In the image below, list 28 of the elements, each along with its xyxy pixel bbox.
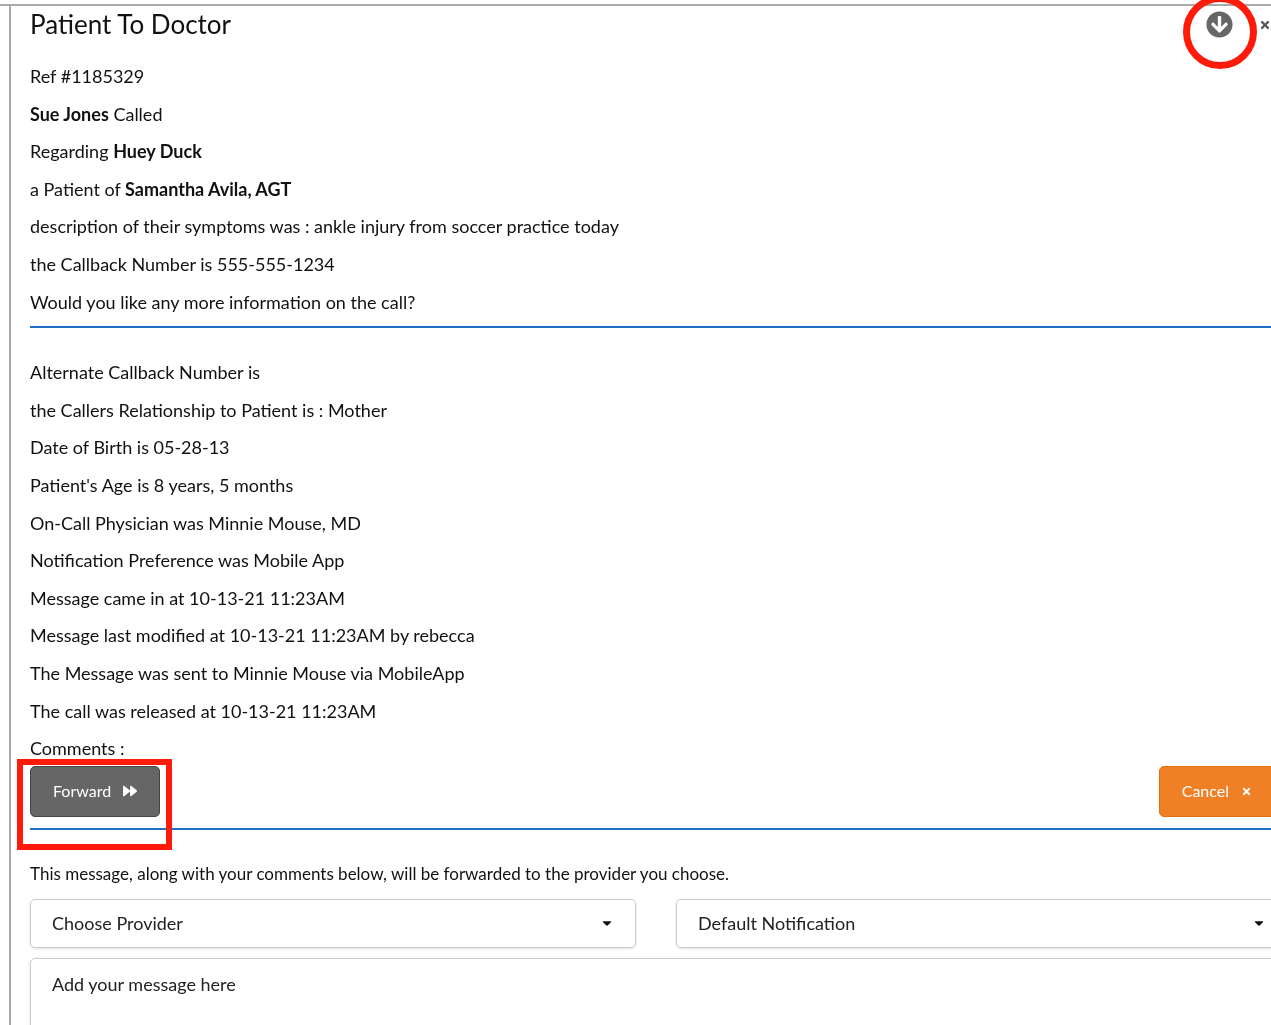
notification-dropdown[interactable]: Default Notification	[676, 898, 1271, 948]
detail-text: Alternate Callback Number is	[30, 360, 260, 386]
detail-text: Comments :	[30, 736, 125, 762]
detail-text: The Message was sent to Minnie Mouse via MobileApp	[30, 660, 465, 686]
detail-text: Date of Birth is 05-28-13	[30, 435, 230, 461]
dialog-title: Patient To Doctor	[30, 7, 231, 42]
detail-text: the Callers Relationship to Patient is : Mother	[30, 397, 387, 423]
fast-forward-icon	[123, 784, 138, 799]
forward-note: This message, along with your comments below, will be forwarded to the provider you choose.	[30, 861, 731, 886]
detail-text: Message came in at 10-13-21 11:23AM	[30, 585, 345, 611]
provider-dropdown[interactable]: Choose Provider	[30, 898, 636, 948]
detail-text: Patient's Age is 8 years, 5 months	[30, 472, 294, 498]
detail-text: Message last modified at 10-13-21 11:23AM by rebecca	[30, 623, 475, 649]
close-icon	[1241, 785, 1252, 797]
detail-text: description of their symptoms was : ankle injury from soccer practice today	[30, 214, 619, 240]
detail-text: Notification Preference was Mobile App	[30, 548, 345, 574]
detail-text: On-Call Physician was Minnie Mouse, MD	[30, 510, 361, 536]
forward-button[interactable]: Forward	[30, 765, 161, 817]
detail-text: a Patient of Samantha Avila, AGT	[30, 176, 292, 202]
detail-text: Ref #1185329	[30, 64, 145, 89]
detail-text: Sue Jones Called	[30, 101, 163, 127]
detail-text: Regarding Huey Duck	[30, 139, 202, 165]
download-icon[interactable]	[1206, 11, 1233, 38]
message-field[interactable]: Add your message here	[30, 957, 1271, 1025]
detail-text: Would you like any more information on the call?	[30, 289, 416, 315]
detail-text: The call was released at 10-13-21 11:23AM	[30, 698, 377, 724]
close-icon[interactable]	[1259, 19, 1271, 31]
detail-text: the Callback Number is 555-555-1234	[30, 251, 335, 277]
